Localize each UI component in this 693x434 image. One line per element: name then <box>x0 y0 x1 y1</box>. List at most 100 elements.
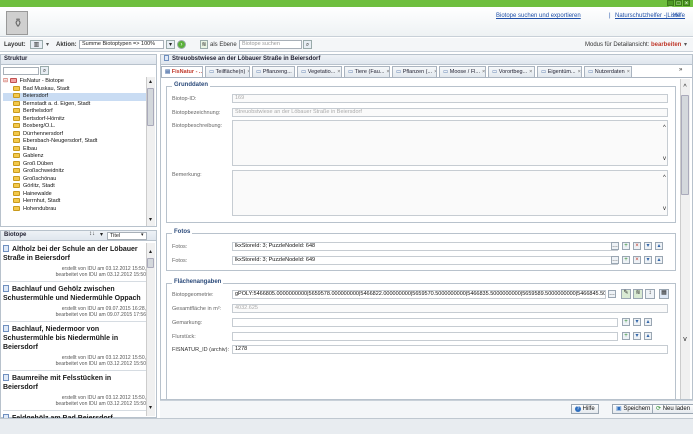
aktion-select[interactable]: Summe Biotoptypen => 100% <box>79 40 164 49</box>
link-naturschutzhelfer[interactable]: Naturschutzhelfer - Liste <box>615 13 680 19</box>
bemerkung-textarea[interactable] <box>232 170 668 216</box>
tab-overflow-icon[interactable]: » <box>679 67 682 73</box>
flurstueck-field[interactable] <box>232 332 618 341</box>
biotope-list-item[interactable]: Baumreihe mit Felsstücken in Beiersdorf e… <box>3 373 146 411</box>
tree-item[interactable]: Berthelsdorf <box>3 108 146 116</box>
close-icon[interactable]: × <box>683 0 690 7</box>
tree-item[interactable]: Groß Düben <box>3 161 146 169</box>
speichern-button[interactable]: ▣ Speichern <box>612 404 655 414</box>
collapse-icon[interactable]: ⊟ <box>3 78 8 84</box>
biotopgeometrie-field[interactable]: gPOLY:5466805.0000000000|5659578.0000000… <box>232 290 606 299</box>
close-tab-icon[interactable]: × <box>434 69 436 75</box>
remove-icon[interactable]: × <box>633 242 641 250</box>
als-ebene-button[interactable]: als Ebene <box>210 42 237 48</box>
map-view-icon[interactable]: ▦ <box>659 289 669 299</box>
move-up-icon[interactable]: ▴ <box>655 256 663 264</box>
scroll-up-icon[interactable]: ▴ <box>147 248 154 255</box>
move-down-icon[interactable]: ▾ <box>633 318 641 326</box>
tab-4[interactable]: ▭ Tiere (Fau... × <box>344 66 390 77</box>
more-icon[interactable]: … <box>611 256 619 264</box>
chevron-down-icon[interactable]: ▾ <box>141 232 144 238</box>
tree-item[interactable]: Bad Muskau, Stadt <box>3 86 146 94</box>
tree-item[interactable]: Dürrhennersdorf <box>3 131 146 139</box>
scroll-down-icon[interactable]: v <box>681 336 689 344</box>
move-up-icon[interactable]: ▴ <box>644 332 652 340</box>
search-icon[interactable]: ⌕ <box>40 66 49 75</box>
maximize-icon[interactable]: □ <box>675 0 682 7</box>
gemarkung-field[interactable] <box>232 318 618 327</box>
tab-0[interactable]: ▤ FisNatur - ...× <box>161 66 203 77</box>
sort-geometry-icon[interactable]: ↕ <box>645 289 655 299</box>
link-biotope-suchen[interactable]: Biotope suchen und exportieren <box>496 13 581 19</box>
chevron-down-icon[interactable]: ▾ <box>46 41 49 48</box>
more-icon[interactable]: … <box>608 290 616 298</box>
play-icon[interactable]: › <box>177 40 186 49</box>
close-tab-icon[interactable]: × <box>247 69 249 75</box>
more-icon[interactable]: … <box>611 242 619 250</box>
move-up-icon[interactable]: ▴ <box>655 242 663 250</box>
chevron-down-icon[interactable]: ▾ <box>684 41 687 48</box>
tree-item[interactable]: Elbau <box>3 146 146 154</box>
tree-item[interactable]: Bernstadt a. d. Eigen, Stadt <box>3 101 146 109</box>
tab-3[interactable]: ▭ Vegetatio... × <box>297 66 342 77</box>
search-icon[interactable]: ⌕ <box>303 40 312 49</box>
move-up-icon[interactable]: ▴ <box>644 318 652 326</box>
map-edit-icon[interactable]: ✎ <box>621 289 631 299</box>
link-hilfe[interactable]: Hilfe <box>673 13 685 19</box>
tree-item[interactable]: Herrnhut, Stadt <box>3 198 146 206</box>
tree-item[interactable]: Bertsdorf-Hörnitz <box>3 116 146 124</box>
biotope-scroll-thumb[interactable] <box>147 258 154 268</box>
move-down-icon[interactable]: ▾ <box>633 332 641 340</box>
add-icon[interactable]: + <box>622 256 630 264</box>
add-icon[interactable]: + <box>622 332 630 340</box>
tree-item[interactable]: Großschönau <box>3 176 146 184</box>
tab-1[interactable]: ▭ Teilfläche(n)× <box>205 66 250 77</box>
scroll-down-icon[interactable]: ▾ <box>147 216 154 223</box>
close-tab-icon[interactable]: × <box>294 69 295 75</box>
gesamtflaeche-field[interactable]: 4032.625 <box>232 304 668 313</box>
move-down-icon[interactable]: ▾ <box>644 256 652 264</box>
biotope-list-item[interactable]: Bachlauf und Gehölz zwischen Schustermüh… <box>3 284 146 322</box>
move-down-icon[interactable]: ▾ <box>644 242 652 250</box>
close-tab-icon[interactable]: × <box>529 69 532 75</box>
tree-item[interactable]: Hainewalde <box>3 191 146 199</box>
hilfe-button[interactable]: ? Hilfe <box>571 404 599 414</box>
tree-item[interactable]: Hohendubrau <box>3 206 146 214</box>
fotos-field[interactable]: lkxStoreId: 3; PuzzleNodeId: 649 <box>232 256 618 265</box>
tree-item[interactable]: Großschweidnitz <box>3 168 146 176</box>
tree-item[interactable]: Boxberg/O.L. <box>3 123 146 131</box>
modus-select[interactable]: bearbeiten <box>651 42 681 48</box>
scroll-up-icon[interactable]: ▴ <box>147 78 154 85</box>
chevron-down-icon[interactable]: ▾ <box>100 231 103 238</box>
neu-laden-button[interactable]: ⟳ Neu laden <box>652 404 693 414</box>
tree-item[interactable]: Görlitz, Stadt <box>3 183 146 191</box>
scroll-up-icon[interactable]: ^ <box>663 175 666 181</box>
struktur-search-input[interactable] <box>3 67 39 75</box>
add-icon[interactable]: + <box>622 242 630 250</box>
biotope-search-input[interactable]: Biotope suchen <box>239 40 302 49</box>
biotopbezeichnung-field[interactable]: Streuobstwiese an der Löbauer Straße in … <box>232 108 668 117</box>
tab-8[interactable]: ▭ Eigentüm... × <box>537 66 582 77</box>
form-scroll-thumb[interactable] <box>681 95 689 195</box>
tab-2[interactable]: ▭ Pflanzeng...× <box>252 66 295 77</box>
tree-root[interactable]: ⊟ FisNatur - Biotope <box>3 78 146 86</box>
tab-9[interactable]: ▭ Nutzerdaten × <box>584 66 632 77</box>
scroll-up-icon[interactable]: ^ <box>681 84 689 92</box>
biotope-list-item[interactable]: Altholz bei der Schule an der Löbauer St… <box>3 244 146 282</box>
close-tab-icon[interactable]: × <box>482 69 485 75</box>
tab-7[interactable]: ▭ Vorortbeg... × <box>488 66 535 77</box>
fotos-field[interactable]: lkxStoreId: 3; PuzzleNodeId: 648 <box>232 242 618 251</box>
remove-icon[interactable]: × <box>633 256 641 264</box>
tree-item[interactable]: Gablenz <box>3 153 146 161</box>
close-tab-icon[interactable]: × <box>386 69 389 75</box>
close-tab-icon[interactable]: × <box>627 69 630 75</box>
struktur-scroll-thumb[interactable] <box>147 88 154 126</box>
biotope-list-item[interactable]: Bachlauf, Niedermoor von Schustermühle b… <box>3 324 146 371</box>
scroll-down-icon[interactable]: v <box>663 206 666 212</box>
minimize-icon[interactable]: _ <box>667 0 674 7</box>
tab-5[interactable]: ▭ Pflanzen (... × <box>392 66 437 77</box>
biotop-id-field[interactable]: 169 <box>232 94 668 103</box>
layers-icon[interactable]: ≋ <box>200 40 208 49</box>
scroll-down-icon[interactable]: v <box>663 156 666 162</box>
scroll-up-icon[interactable]: ^ <box>663 125 666 131</box>
